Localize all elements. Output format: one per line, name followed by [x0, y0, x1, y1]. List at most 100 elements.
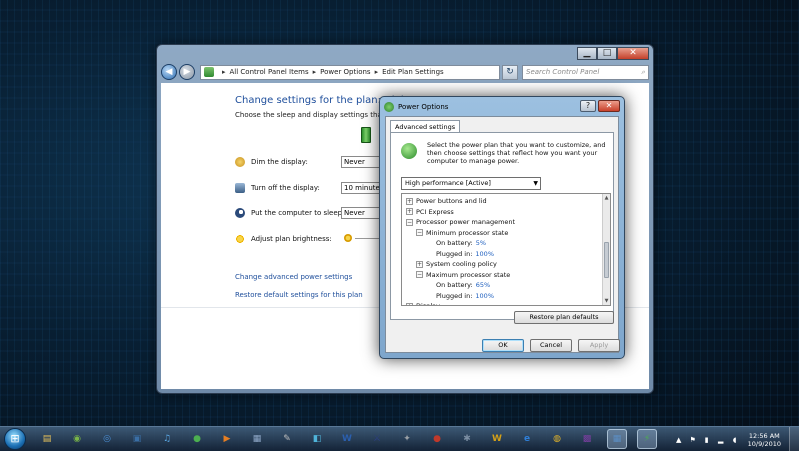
clock[interactable]: 12:56 AM 10/9/2010 [748, 432, 781, 448]
minimize-button[interactable]: ▁ [577, 47, 597, 60]
calculator-icon[interactable]: ▦ [247, 429, 267, 449]
tree-item[interactable]: + Display [406, 301, 440, 305]
flag-icon[interactable]: ⚑ [689, 436, 697, 444]
crumb-sep-icon: ▸ [222, 68, 226, 76]
clock-date: 10/9/2010 [747, 439, 781, 448]
explorer-icon[interactable]: ▤ [37, 429, 57, 449]
control-panel-icon[interactable]: ▦ [607, 429, 627, 449]
game-3-icon[interactable]: ✱ [457, 429, 477, 449]
xbox-icon[interactable]: ● [187, 429, 207, 449]
tree-item-label: Processor power management [416, 218, 516, 226]
maximize-button[interactable]: □ [597, 47, 617, 60]
breadcrumb[interactable]: ▸ All Control Panel Items ▸ Power Option… [200, 64, 500, 80]
tree-item-value[interactable]: 65% [476, 281, 490, 289]
internet-explorer-icon[interactable]: e [517, 429, 537, 449]
breadcrumb-item[interactable]: Edit Plan Settings [382, 68, 444, 76]
network-tray-icon[interactable]: ▂ [717, 436, 725, 444]
dialog-titlebar[interactable]: Power Options ? ✕ [384, 100, 620, 114]
refresh-button[interactable]: ↻ [502, 64, 518, 80]
restore-plan-defaults-button[interactable]: Restore plan defaults [514, 311, 614, 324]
power-options-icon[interactable]: ⚡ [637, 429, 657, 449]
dialog-close-button[interactable]: ✕ [598, 100, 620, 112]
show-desktop-button[interactable] [789, 427, 799, 451]
expand-icon[interactable]: + [406, 208, 413, 215]
help-button[interactable]: ? [580, 100, 596, 112]
tree-item-label: On battery: [436, 239, 473, 247]
tree-item[interactable]: − Maximum processor state [416, 270, 510, 280]
intro-text: Select the power plan that you want to c… [427, 141, 606, 165]
tree-item[interactable]: − Minimum processor state [416, 228, 508, 238]
plan-select[interactable]: High performance [Active] ▼ [401, 177, 541, 190]
collapse-icon[interactable]: − [416, 271, 423, 278]
expand-icon[interactable]: + [406, 197, 413, 205]
chrome-icon[interactable]: ◍ [547, 429, 567, 449]
tree-item[interactable]: Plugged in: 100% [426, 249, 494, 259]
apply-button[interactable]: Apply [578, 339, 620, 352]
close-button[interactable]: ✕ [617, 47, 649, 60]
word-icon[interactable]: W [337, 429, 357, 449]
cancel-button[interactable]: Cancel [530, 339, 572, 352]
crumb-sep-icon: ▸ [312, 68, 317, 76]
expand-icon[interactable]: + [416, 260, 423, 268]
plan-select-value: High performance [Active] [405, 179, 491, 187]
wow-icon[interactable]: W [487, 429, 507, 449]
record-icon[interactable]: ● [427, 429, 447, 449]
show-hidden-icons-icon[interactable]: ▲ [675, 436, 683, 444]
tree-item[interactable]: On battery: 5% [426, 238, 486, 248]
scroll-down-icon[interactable]: ▼ [603, 297, 610, 305]
dialog-body: Advanced settings Select the power plan … [385, 116, 620, 353]
tree-scrollbar[interactable]: ▲ ▼ [602, 194, 610, 305]
tree-item[interactable]: + Power buttons and lid [406, 196, 487, 206]
tree-item-label: Maximum processor state [426, 270, 511, 279]
change-advanced-link[interactable]: Change advanced power settings [235, 273, 352, 281]
tree-item-label: On battery: [436, 281, 473, 289]
window-controls: ▁ □ ✕ [577, 47, 649, 60]
battery-icon [361, 127, 371, 143]
search-icon[interactable]: ⌕ [641, 68, 645, 77]
start-button[interactable]: ⊞ [4, 428, 26, 450]
tree-item-label: System cooling policy [426, 260, 497, 268]
search-input[interactable]: Search Control Panel ⌕ [522, 64, 649, 80]
collapse-icon[interactable]: − [416, 229, 423, 236]
setting-label: Turn off the display: [251, 184, 320, 192]
ok-button[interactable]: OK [482, 339, 524, 352]
tree-item-value[interactable]: 100% [475, 250, 494, 258]
paint-icon[interactable]: ✎ [277, 429, 297, 449]
system-tray: ▲ ⚑ ▮ ▂ ◖ 12:56 AM 10/9/2010 [672, 427, 799, 451]
forward-button[interactable]: ▶ [179, 64, 195, 80]
tree-item[interactable]: + PCI Express [406, 207, 454, 217]
network-icon[interactable]: ◎ [97, 429, 117, 449]
setting-label: Put the computer to sleep: [251, 209, 345, 217]
tree-item-value[interactable]: 100% [475, 292, 494, 300]
volume-icon[interactable]: ◖ [731, 436, 739, 444]
breadcrumb-item[interactable]: Power Options [320, 68, 370, 76]
scroll-thumb[interactable] [604, 242, 609, 278]
tree-item-label: Minimum processor state [426, 228, 509, 237]
app-purple-icon[interactable]: ▩ [577, 429, 597, 449]
setting-label: Adjust plan brightness: [251, 235, 332, 243]
tree-item[interactable]: On battery: 65% [426, 280, 490, 290]
expand-icon[interactable]: + [406, 302, 413, 305]
tree-item[interactable]: Plugged in: 100% [426, 291, 494, 301]
dialog-title: Power Options [398, 103, 449, 111]
scroll-up-icon[interactable]: ▲ [603, 194, 610, 202]
devices-icon[interactable]: ▣ [127, 429, 147, 449]
settings-tree[interactable]: ▲ ▼ + Power buttons and lid + PCI Express − P… [401, 193, 611, 306]
itunes-icon[interactable]: ♫ [157, 429, 177, 449]
back-button[interactable]: ◀ [161, 64, 177, 80]
breadcrumb-item[interactable]: All Control Panel Items [230, 68, 309, 76]
media-player-icon[interactable]: ▶ [217, 429, 237, 449]
game-shield-icon[interactable]: ⚔ [367, 429, 387, 449]
restore-defaults-link[interactable]: Restore default settings for this plan [235, 291, 363, 299]
tree-item-label: PCI Express [416, 207, 454, 216]
control-panel-icon [204, 67, 214, 77]
tree-item[interactable]: + System cooling policy [416, 259, 497, 269]
collapse-icon[interactable]: − [406, 218, 413, 226]
game-2-icon[interactable]: ✦ [397, 429, 417, 449]
battery-tray-icon[interactable]: ▮ [703, 436, 711, 444]
notes-icon[interactable]: ◧ [307, 429, 327, 449]
tree-item-value[interactable]: 5% [476, 239, 486, 247]
tree-item[interactable]: − Processor power management [406, 217, 515, 227]
tree-item-label: Power buttons and lid [416, 197, 487, 205]
media-center-icon[interactable]: ◉ [67, 429, 87, 449]
